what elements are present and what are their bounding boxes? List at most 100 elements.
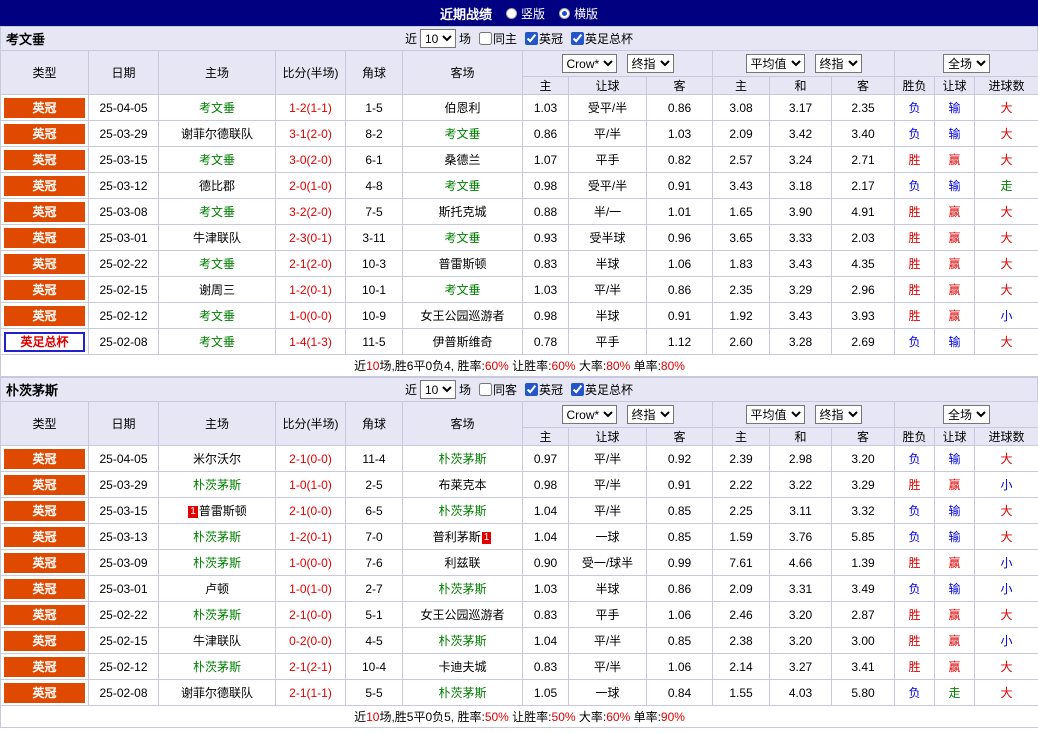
team-label: 考文垂 [198, 257, 235, 271]
match-score: 1-2(0-1) [275, 523, 346, 550]
match-type: 英冠 [0, 276, 89, 303]
team-label: 普雷斯顿 [438, 257, 487, 271]
home-team: 谢菲尔德联队 [158, 679, 276, 706]
team-label: 朴茨茅斯 [438, 686, 487, 700]
avg-draw: 3.42 [769, 120, 833, 147]
match-row: 英冠 25-03-08 考文垂 3-2(2-0) 7-5 斯托克城 0.88 半/一 1.01 1… [0, 198, 1038, 225]
match-date: 25-03-29 [88, 471, 159, 498]
corner-score: 5-1 [345, 601, 403, 628]
final-index-select[interactable]: 终指 [626, 405, 674, 424]
handicap-result: 赢 [934, 471, 976, 498]
recent-count-select[interactable]: 10 [419, 380, 456, 399]
league-badge: 英冠 [4, 682, 85, 703]
corner-score: 7-0 [345, 523, 403, 550]
final-index-select-2[interactable]: 终指 [814, 54, 862, 73]
avg-draw: 3.24 [769, 146, 833, 173]
odds-home: 0.98 [522, 302, 569, 329]
league-badge: 英冠 [4, 149, 85, 170]
sub-away-odds: 客 [645, 76, 714, 95]
avg-home: 2.60 [712, 328, 771, 355]
avg-draw: 3.11 [769, 497, 833, 524]
handicap-line: 平手 [568, 146, 647, 173]
same-venue-input[interactable] [478, 32, 492, 45]
final-index-select[interactable]: 终指 [626, 54, 674, 73]
recent-count-select[interactable]: 10 [419, 29, 456, 48]
avg-home: 2.57 [712, 146, 771, 173]
match-type: 英冠 [0, 575, 89, 602]
league-filter-championship[interactable]: 英冠 [520, 381, 563, 398]
layout-option-vertical[interactable]: 竖版 [505, 5, 545, 22]
facup-input[interactable] [571, 383, 585, 396]
handicap-line: 半球 [568, 575, 647, 602]
avg-home: 2.46 [712, 601, 771, 628]
avg-draw: 3.20 [769, 627, 833, 654]
championship-input[interactable] [525, 383, 539, 396]
avg-draw: 4.03 [769, 679, 833, 706]
goals-result: 大 [974, 679, 1038, 706]
average-group-header: 平均值 终指 [712, 401, 896, 428]
summary-segment: 大率: [575, 710, 607, 724]
match-date: 25-03-09 [88, 549, 159, 576]
league-badge: 英冠 [4, 630, 85, 651]
result-group-header: 全场 [894, 50, 1038, 77]
summary-segment: 让胜率: [508, 359, 552, 373]
layout-option-horizontal[interactable]: 横版 [559, 5, 598, 22]
team-label: 谢周三 [198, 283, 235, 297]
home-team: 考文垂 [158, 328, 276, 355]
near-label: 近 [404, 383, 417, 397]
match-score: 2-1(0-0) [275, 497, 346, 524]
avg-draw: 3.76 [769, 523, 833, 550]
sub-avg-draw: 和 [769, 427, 833, 446]
league-filter-championship[interactable]: 英冠 [520, 30, 563, 47]
handicap-line: 半球 [568, 302, 647, 329]
home-team: 朴茨茅斯 [158, 601, 276, 628]
avg-away: 1.39 [831, 549, 896, 576]
goals-result: 大 [974, 94, 1038, 121]
handicap-result: 输 [934, 497, 976, 524]
league-filter-facup[interactable]: 英足总杯 [566, 30, 633, 47]
odds-away: 0.82 [645, 146, 714, 173]
championship-input[interactable] [525, 32, 539, 45]
average-select[interactable]: 平均值 [745, 54, 805, 73]
league-badge: 英冠 [4, 279, 85, 300]
away-team: 朴茨茅斯 [402, 445, 523, 472]
match-score: 2-0(1-0) [275, 172, 346, 199]
home-team: 牛津联队 [158, 224, 276, 251]
same-venue-input[interactable] [478, 383, 492, 396]
average-select[interactable]: 平均值 [745, 405, 805, 424]
corner-score: 8-2 [345, 120, 403, 147]
radio-horizontal-icon[interactable] [559, 7, 570, 19]
match-date: 25-03-29 [88, 120, 159, 147]
match-date: 25-04-05 [88, 445, 159, 472]
match-date: 25-02-22 [88, 250, 159, 277]
section-header: 朴茨茅斯 近 10 场 同客 英冠 英足总杯 [0, 377, 1038, 401]
team-label: 卢顿 [204, 582, 229, 596]
goals-result: 大 [974, 120, 1038, 147]
sub-avg-away: 客 [831, 76, 896, 95]
avg-draw: 3.17 [769, 94, 833, 121]
league-filter-facup[interactable]: 英足总杯 [566, 381, 633, 398]
scope-select[interactable]: 全场 [943, 405, 991, 424]
corner-score: 5-5 [345, 679, 403, 706]
team-label: 卡迪夫城 [438, 660, 487, 674]
odds-company-select[interactable]: Crow* [561, 405, 617, 424]
corner-score: 7-5 [345, 198, 403, 225]
scope-select[interactable]: 全场 [943, 54, 991, 73]
facup-input[interactable] [571, 32, 585, 45]
handicap-result: 输 [934, 445, 976, 472]
final-index-select-2[interactable]: 终指 [814, 405, 862, 424]
same-venue-checkbox[interactable]: 同主 [474, 30, 517, 47]
team-label: 伊普斯维奇 [432, 335, 493, 349]
same-venue-checkbox[interactable]: 同客 [474, 381, 517, 398]
outcome-result: 胜 [894, 276, 936, 303]
radio-vertical-icon[interactable] [505, 7, 517, 19]
avg-home: 1.65 [712, 198, 771, 225]
odds-company-select[interactable]: Crow* [561, 54, 617, 73]
avg-draw: 2.98 [769, 445, 833, 472]
avg-home: 3.65 [712, 224, 771, 251]
summary-segment: 80% [606, 359, 631, 373]
team-label: 考文垂 [444, 179, 481, 193]
avg-home: 2.09 [712, 120, 771, 147]
goals-result: 大 [974, 653, 1038, 680]
home-team: 卢顿 [158, 575, 276, 602]
